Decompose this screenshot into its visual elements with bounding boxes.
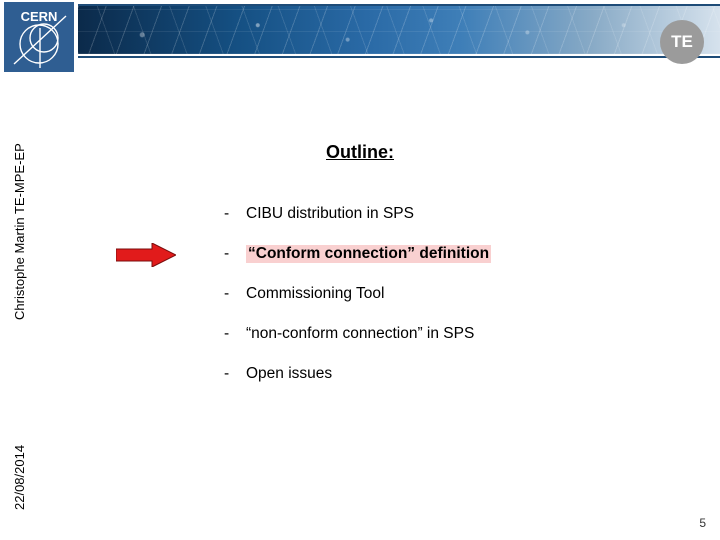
cern-logo: CERN <box>4 2 74 72</box>
bullet-dash: - <box>224 285 246 303</box>
list-item: - Commissioning Tool <box>224 285 604 303</box>
page-number: 5 <box>699 516 706 530</box>
list-item: - Open issues <box>224 365 604 383</box>
banner-image <box>78 6 720 54</box>
date-label: 22/08/2014 <box>12 445 27 510</box>
header: CERN TE <box>0 0 720 70</box>
list-item: - CIBU distribution in SPS <box>224 205 604 223</box>
cern-logo-icon: CERN <box>4 2 74 72</box>
outline-list: - CIBU distribution in SPS - “Conform co… <box>224 205 604 405</box>
slide-title: Outline: <box>0 142 720 163</box>
bullet-text: CIBU distribution in SPS <box>246 205 414 223</box>
bullet-text: Commissioning Tool <box>246 285 384 303</box>
cern-logo-text: CERN <box>21 9 58 24</box>
bullet-dash: - <box>224 325 246 343</box>
department-badge: TE <box>660 20 704 64</box>
bullet-dash: - <box>224 205 246 223</box>
list-item: - “non-conform connection” in SPS <box>224 325 604 343</box>
author-label: Christophe Martin TE-MPE-EP <box>12 143 27 320</box>
bullet-text: Open issues <box>246 365 332 383</box>
bullet-dash: - <box>224 365 246 383</box>
current-item-arrow-icon <box>116 243 176 267</box>
banner-bottom-rule <box>78 56 720 58</box>
slide: CERN TE Christophe Martin TE-MPE-EP 22/0… <box>0 0 720 540</box>
bullet-text: “non-conform connection” in SPS <box>246 325 474 343</box>
bullet-dash: - <box>224 245 246 263</box>
department-badge-text: TE <box>671 32 693 52</box>
bullet-text-highlighted: “Conform connection” definition <box>246 245 491 263</box>
list-item: - “Conform connection” definition <box>224 245 604 263</box>
